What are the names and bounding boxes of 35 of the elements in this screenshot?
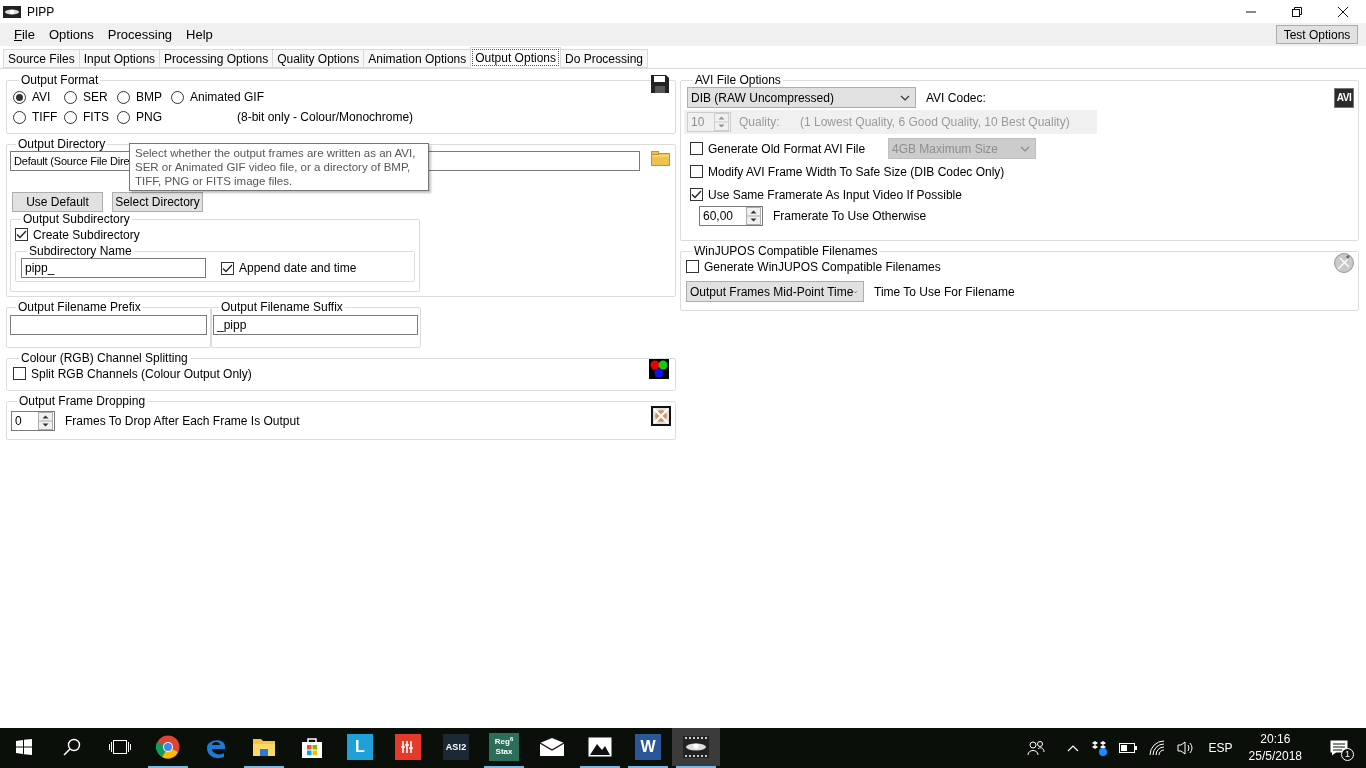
- group-label: Output Subdirectory: [22, 212, 131, 226]
- avi-badge-icon: AVI: [1334, 87, 1354, 108]
- field-hint: (1 Lowest Quality, 6 Good Quality, 10 Best Quality): [800, 114, 1070, 131]
- checkbox-label: Append date and time: [239, 260, 357, 277]
- field-label: Frames To Drop After Each Frame Is Output: [65, 413, 300, 430]
- radio-label: SER: [83, 89, 108, 106]
- checkbox-label: Generate Old Format AVI File: [708, 140, 866, 158]
- checkbox-label: Create Subdirectory: [33, 226, 140, 244]
- field-label: Quality:: [739, 114, 781, 131]
- tooltip: Select whether the output frames are written as an AVI, SER or Animated GIF video file, or a directory of BMP, TIFF, PNG or FITS image files.: [129, 143, 429, 191]
- group-label: Output Filename Suffix: [220, 300, 344, 314]
- checkbox-label: Use Same Framerate As Input Video If Possible: [708, 186, 962, 204]
- radio-label: PNG: [136, 109, 162, 126]
- radio-label: TIFF: [32, 109, 58, 126]
- format-note: (8-bit only - Colour/Monochrome): [237, 109, 414, 126]
- radio-label: BMP: [136, 89, 162, 106]
- checkbox-label: Modify AVI Frame Width To Safe Size (DIB Codec Only): [708, 163, 1005, 181]
- radio-label: AVI: [32, 89, 51, 106]
- field-label: AVI Codec:: [926, 89, 986, 107]
- group-label: Output Format: [20, 73, 100, 87]
- group-label: Colour (RGB) Channel Splitting: [20, 351, 189, 365]
- group-label: Output Frame Dropping: [18, 394, 147, 408]
- group-label: Subdirectory Name: [28, 244, 133, 258]
- field-label: Time To Use For Filename: [874, 283, 1015, 301]
- checkbox-label: Split RGB Channels (Colour Output Only): [31, 365, 252, 383]
- group-label: AVI File Options: [694, 73, 782, 87]
- group-label: WinJUPOS Compatible Filenames: [693, 244, 879, 258]
- group-label: Output Filename Prefix: [17, 300, 142, 314]
- checkbox-label: Generate WinJUPOS Compatible Filenames: [704, 258, 941, 276]
- radio-label: FITS: [83, 109, 109, 126]
- field-label: Framerate To Use Otherwise: [773, 208, 927, 225]
- group-label: Output Directory: [17, 137, 107, 151]
- notification-count: 1: [1341, 748, 1354, 761]
- radio-label: Animated GIF: [190, 89, 265, 106]
- window-title: PIPP: [27, 3, 55, 21]
